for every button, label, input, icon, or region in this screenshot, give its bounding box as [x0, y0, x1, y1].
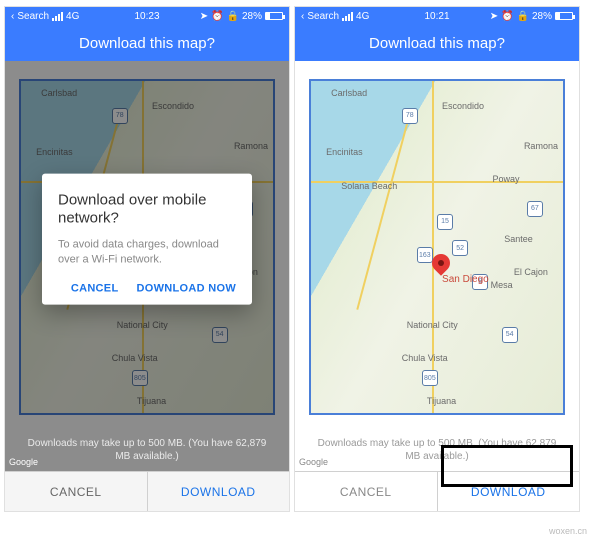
- battery-pct: 28%: [242, 11, 262, 22]
- bottom-bar: CANCEL DOWNLOAD: [295, 471, 579, 511]
- route-shield: 805: [422, 370, 438, 386]
- route-shield: 78: [402, 108, 418, 124]
- cancel-button[interactable]: CANCEL: [295, 472, 438, 511]
- battery-pct: 28%: [532, 11, 552, 22]
- city-label: Encinitas: [326, 147, 363, 157]
- mobile-network-dialog: Download over mobile network? To avoid d…: [42, 173, 252, 304]
- status-bar: ‹ Search 4G 10:23 ➤ ⏰ 🔒 28%: [5, 7, 289, 25]
- back-caret-icon: ‹: [11, 11, 14, 22]
- city-label: El Cajon: [514, 267, 548, 277]
- signal-icon: [342, 12, 353, 21]
- download-button[interactable]: DOWNLOAD: [438, 472, 580, 511]
- watermark: woxen.cn: [549, 526, 587, 536]
- location-icon: ➤: [490, 11, 498, 22]
- location-icon: ➤: [200, 11, 208, 22]
- dialog-cancel-button[interactable]: CANCEL: [71, 282, 119, 294]
- pin-label: San Diego: [442, 274, 489, 285]
- city-label: Santee: [504, 234, 533, 244]
- clock: 10:23: [134, 11, 159, 22]
- battery-icon: [265, 12, 283, 20]
- route-shield: 52: [452, 240, 468, 256]
- city-label: Solana Beach: [341, 181, 397, 191]
- clock: 10:21: [424, 11, 449, 22]
- city-label: Escondido: [442, 101, 484, 111]
- signal-icon: [52, 12, 63, 21]
- city-label: Carlsbad: [331, 88, 367, 98]
- dialog-title: Download over mobile network?: [58, 191, 236, 227]
- cancel-button[interactable]: CANCEL: [5, 472, 148, 511]
- download-size-note: Downloads may take up to 500 MB. (You ha…: [295, 437, 579, 463]
- route-shield: 15: [437, 214, 453, 230]
- page-title: Download this map?: [295, 25, 579, 61]
- back-label[interactable]: Search: [307, 11, 339, 22]
- phone-right: ‹ Search 4G 10:21 ➤ ⏰ 🔒 28% Download thi…: [294, 6, 580, 512]
- status-bar: ‹ Search 4G 10:21 ➤ ⏰ 🔒 28%: [295, 7, 579, 25]
- back-label[interactable]: Search: [17, 11, 49, 22]
- city-label: Tijuana: [427, 396, 456, 406]
- phone-left: ‹ Search 4G 10:23 ➤ ⏰ 🔒 28% Download thi…: [4, 6, 290, 512]
- bottom-bar: CANCEL DOWNLOAD: [5, 471, 289, 511]
- route-shield: 54: [502, 327, 518, 343]
- page-title: Download this map?: [5, 25, 289, 61]
- back-caret-icon: ‹: [301, 11, 304, 22]
- network-label: 4G: [66, 11, 79, 22]
- route-shield: 67: [527, 201, 543, 217]
- lock-icon: 🔒: [517, 11, 529, 22]
- city-label: Poway: [492, 174, 519, 184]
- lock-icon: 🔒: [227, 11, 239, 22]
- city-label: National City: [407, 320, 458, 330]
- download-size-note: Downloads may take up to 500 MB. (You ha…: [5, 437, 289, 463]
- battery-icon: [555, 12, 573, 20]
- alarm-icon: ⏰: [211, 11, 223, 22]
- dialog-download-now-button[interactable]: DOWNLOAD NOW: [136, 282, 236, 294]
- map-canvas[interactable]: Carlsbad Escondido Encinitas Solana Beac…: [311, 81, 563, 413]
- city-label: Ramona: [524, 141, 558, 151]
- city-label: Chula Vista: [402, 353, 448, 363]
- network-label: 4G: [356, 11, 369, 22]
- alarm-icon: ⏰: [501, 11, 513, 22]
- download-button[interactable]: DOWNLOAD: [148, 472, 290, 511]
- map-selection-frame[interactable]: Carlsbad Escondido Encinitas Solana Beac…: [309, 79, 565, 415]
- route-shield: 163: [417, 247, 433, 263]
- dialog-body: To avoid data charges, download over a W…: [58, 237, 236, 268]
- map-container: Carlsbad Escondido Encinitas Solana Beac…: [295, 61, 579, 471]
